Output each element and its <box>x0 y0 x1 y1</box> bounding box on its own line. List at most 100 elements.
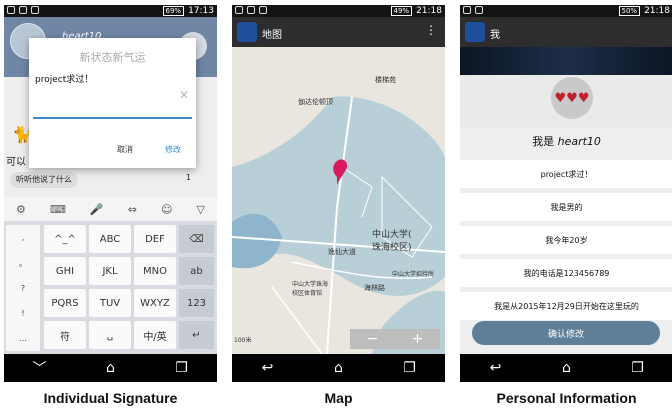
key[interactable]: ABC <box>89 225 131 253</box>
map-screen: 49% 21:18 地图 ⋮ 楼梯苑 伽达伦顿顶 中山大学( 珠海校区) 逸仙大… <box>232 5 445 382</box>
back-icon[interactable]: ↩ <box>476 360 516 376</box>
phone-field[interactable]: 我的电话是123456789 <box>460 259 672 287</box>
clock: 21:18 <box>644 6 670 16</box>
status-bar: 50% 21:18 <box>460 5 672 17</box>
key-ellipsis[interactable]: ... <box>19 334 27 343</box>
punctuation-column: , 。 ? ! ... <box>6 225 40 351</box>
map-label-poi: 楼梯苑 <box>375 76 396 84</box>
map-view[interactable]: 楼梯苑 伽达伦顿顶 中山大学( 珠海校区) 逸仙大道 海林路 中山大学招待所 中… <box>232 47 445 354</box>
symbols-key[interactable]: 符 <box>44 321 86 349</box>
image-icon <box>19 6 27 14</box>
key-comma[interactable]: , <box>22 233 25 242</box>
profile-banner <box>460 47 672 75</box>
keyboard: , 。 ? ! ... ^_^ ABC DEF ⌫ GHI JKL MNO ab… <box>4 221 217 354</box>
key[interactable]: ^_^ <box>44 225 86 253</box>
profile-name: heart10 <box>557 135 601 148</box>
language-key[interactable]: 中/英 <box>134 321 176 349</box>
emoji-icon[interactable]: ☺ <box>161 203 172 216</box>
nav-bar: ↩ ⌂ ❐ <box>232 354 445 382</box>
battery-level: 49% <box>390 6 413 16</box>
signature-input[interactable]: project求过！ <box>35 72 93 85</box>
hide-keyboard-icon[interactable]: ▽ <box>197 203 205 216</box>
key-exclaim[interactable]: ! <box>21 309 24 318</box>
ab-key[interactable]: ab <box>179 257 214 285</box>
map-label-poi: 中山大学招待所 <box>392 271 435 278</box>
recents-icon[interactable]: ❐ <box>618 360 658 376</box>
map-label-poi: 中山大学珠海 校区体育馆 <box>292 281 329 297</box>
key[interactable]: WXYZ <box>134 289 176 317</box>
home-icon[interactable]: ⌂ <box>91 360 131 376</box>
key-period[interactable]: 。 <box>19 258 27 269</box>
avatar[interactable]: ♥♥♥ <box>551 77 593 119</box>
settings-icon[interactable]: ⚙ <box>16 203 26 216</box>
key[interactable]: MNO <box>134 257 176 285</box>
home-icon[interactable]: ⌂ <box>319 360 359 376</box>
underlying-text: 可以 <box>6 157 26 168</box>
caption-map: Map <box>324 390 353 406</box>
like-count[interactable]: 1 <box>186 173 191 182</box>
backspace-key[interactable]: ⌫ <box>179 225 214 253</box>
nav-bar: ﹀ ⌂ ❐ <box>4 354 217 382</box>
image-icon <box>247 6 255 14</box>
clear-icon[interactable]: ✕ <box>179 88 189 102</box>
back-icon[interactable]: ↩ <box>248 360 288 376</box>
map-label-road: 逸仙大道 <box>328 248 356 256</box>
confirm-edit-button[interactable]: 确认修改 <box>472 321 660 345</box>
key[interactable]: TUV <box>89 289 131 317</box>
cursor-icon[interactable]: ⇔ <box>128 203 137 216</box>
home-icon[interactable]: ⌂ <box>547 360 587 376</box>
map-canvas[interactable] <box>232 47 445 354</box>
join-date-field[interactable]: 我是从2015年12月29日开始在这里玩的 <box>460 292 672 320</box>
page-title: 我 <box>490 30 500 41</box>
zoom-out-button[interactable]: − <box>367 331 379 347</box>
age-field[interactable]: 我今年20岁 <box>460 226 672 254</box>
map-label-road: 海林路 <box>364 284 385 292</box>
app-logo-icon[interactable] <box>237 22 257 42</box>
signature-field[interactable]: project求过！ <box>460 160 672 188</box>
iam-prefix: 我是 <box>532 135 555 148</box>
key[interactable]: JKL <box>89 257 131 285</box>
recents-icon[interactable]: ❐ <box>390 360 430 376</box>
cancel-button[interactable]: 取消 <box>117 144 133 155</box>
key-question[interactable]: ? <box>21 284 25 293</box>
numbers-key[interactable]: 123 <box>179 289 214 317</box>
enter-key[interactable]: ↵ <box>179 321 214 349</box>
keyboard-toolbar: ⚙ ⌨ 🎤 ⇔ ☺ ▽ <box>4 197 217 221</box>
signature-screen: 69% 17:13 heart10 🐈 可以 听听他说了什么 1 新状态新气运 … <box>4 5 217 382</box>
map-scale: 100米 <box>234 337 252 344</box>
nav-bar: ↩ ⌂ ❐ <box>460 354 672 382</box>
shield-icon <box>31 6 39 14</box>
confirm-button[interactable]: 修改 <box>165 144 181 155</box>
gender-field[interactable]: 我是男的 <box>460 193 672 221</box>
notification-icon <box>235 6 243 14</box>
app-logo-icon[interactable] <box>465 22 485 42</box>
key[interactable]: GHI <box>44 257 86 285</box>
map-label-poi: 伽达伦顿顶 <box>298 98 333 106</box>
status-bar: 49% 21:18 <box>232 5 445 17</box>
shield-icon <box>475 6 483 14</box>
notification-icon <box>463 6 471 14</box>
keyboard-icon[interactable]: ⌨ <box>50 203 66 216</box>
recents-icon[interactable]: ❐ <box>162 360 202 376</box>
clock: 17:13 <box>188 6 214 16</box>
overflow-menu-icon[interactable]: ⋮ <box>425 23 437 37</box>
personal-screen: 50% 21:18 我 ♥♥♥ 我是 heart10 project求过！ 我是… <box>460 5 672 382</box>
space-key[interactable]: ␣ <box>89 321 131 349</box>
dialog-title: 新状态新气运 <box>79 51 146 64</box>
notification-icon <box>7 6 15 14</box>
hearts-icon: ♥♥♥ <box>554 90 590 106</box>
map-label-campus: 中山大学( 珠海校区) <box>372 230 412 253</box>
mic-icon[interactable]: 🎤 <box>90 203 104 216</box>
clock: 21:18 <box>416 6 442 16</box>
app-bar: 我 <box>460 17 672 47</box>
collapse-icon[interactable]: ﹀ <box>20 358 60 378</box>
battery-level: 69% <box>162 6 185 16</box>
caption-signature: Individual Signature <box>43 390 178 406</box>
key[interactable]: PQRS <box>44 289 86 317</box>
shield-icon <box>259 6 267 14</box>
listen-button[interactable]: 听听他说了什么 <box>10 172 78 188</box>
status-bar: 69% 17:13 <box>4 5 217 17</box>
key[interactable]: DEF <box>134 225 176 253</box>
zoom-in-button[interactable]: + <box>412 331 424 347</box>
profile-name-line: 我是 heart10 <box>460 133 672 149</box>
